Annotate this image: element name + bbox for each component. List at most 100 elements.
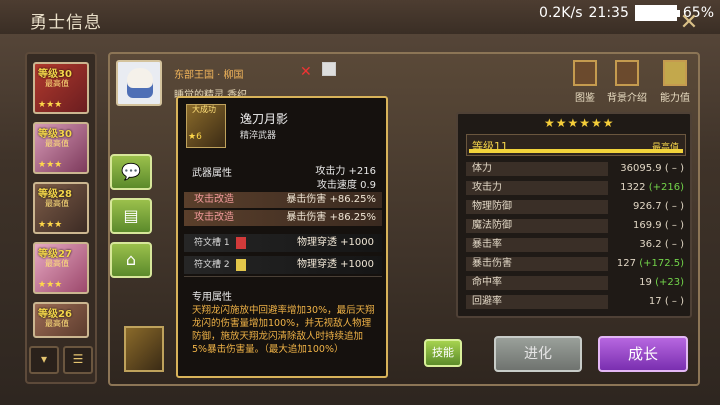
- star-icon: ★6: [188, 132, 202, 142]
- game-root: { "header": {"title": "勇士信息"}, "status":…: [0, 0, 720, 405]
- stat-bonus: ( – ): [664, 296, 684, 307]
- top-bar: 勇士信息 0.2K/s 21:35 65%: [0, 0, 720, 34]
- hero-tag: 最高值: [45, 199, 69, 208]
- stat-bonus: (+23): [655, 277, 684, 288]
- clock: 21:35: [588, 5, 629, 21]
- book-icon[interactable]: [322, 62, 336, 76]
- rune-slot-label: 符文槽 2: [194, 260, 230, 270]
- exclusive-description: 天翔龙闪施放中回避率增加30%，最后天翔龙闪的伤害量增加100%，并无视敌人物理…: [192, 305, 375, 355]
- hero-card[interactable]: 等级30 最高值 ★★★: [33, 122, 89, 174]
- hero-tag: 最高值: [45, 139, 69, 148]
- stat-name: 暴击率: [466, 238, 608, 252]
- stat-bonus: (+172.5): [639, 258, 684, 269]
- hero-region: 东部王国 · 柳国: [174, 70, 244, 81]
- grow-button[interactable]: 成长: [598, 336, 688, 372]
- cards-icon: ▤: [123, 206, 139, 225]
- stat-value: 36.2 ( – ): [608, 238, 688, 252]
- hero-tag: 最高值: [45, 79, 69, 88]
- rune-slot-row: 符文槽 2 物理穿透 +1000: [184, 256, 382, 274]
- rune-icon: [236, 259, 246, 271]
- mod-label: 攻击改造: [194, 212, 234, 223]
- level-bar: 等级11 最高值: [466, 134, 686, 156]
- hero-tag: 最高值: [45, 319, 69, 328]
- ability-button[interactable]: 能力值: [650, 60, 700, 104]
- hero-avatar: [116, 60, 162, 106]
- stat-number: 36.2: [639, 239, 662, 250]
- stat-bonus: ( – ): [664, 239, 684, 250]
- exclusive-header: 专用属性: [192, 292, 232, 303]
- gallery-label: 图鉴: [575, 93, 595, 104]
- stat-number: 19: [639, 277, 652, 288]
- rune-value: 物理穿透 +1000: [296, 237, 374, 248]
- weapon-attr-header: 武器属性: [192, 168, 232, 179]
- stat-name: 体力: [466, 162, 608, 176]
- stat-name: 物理防御: [466, 200, 608, 214]
- background-label: 背景介绍: [607, 93, 647, 104]
- background-button[interactable]: 背景介绍: [602, 60, 652, 104]
- weapon-name: 逸刀月影: [240, 112, 289, 126]
- weapon-mod-row: 攻击改造 暴击伤害 +86.25%: [184, 192, 382, 208]
- star-icon: ★★★: [38, 100, 63, 110]
- divider: [184, 276, 382, 277]
- list-view-icon[interactable]: ☰: [63, 346, 93, 374]
- sort-dropdown-icon[interactable]: ▾: [29, 346, 59, 374]
- stat-bonus: (+216): [648, 182, 684, 193]
- stat-value: 1322 (+216): [608, 181, 688, 195]
- card-icon: [573, 60, 597, 86]
- stat-number: 1322: [620, 182, 646, 193]
- mod-value: 暴击伤害 +86.25%: [286, 212, 376, 223]
- tab-costume[interactable]: ⌂: [110, 242, 152, 278]
- chat-icon: 💬: [121, 162, 141, 181]
- stat-value: 19 (+23): [608, 276, 688, 290]
- stat-bonus: ( – ): [664, 201, 684, 212]
- battery-icon: [634, 5, 680, 21]
- list-controls: ▾ ☰: [29, 346, 93, 374]
- stat-name: 攻击力: [466, 181, 608, 195]
- mod-value: 暴击伤害 +86.25%: [286, 194, 376, 205]
- equipped-weapon-slot[interactable]: [124, 326, 164, 372]
- hero-card[interactable]: 等级28 最高值 ★★★: [33, 182, 89, 234]
- stat-bonus: ( – ): [664, 220, 684, 231]
- weapon-tooltip: 大成功 ★6 逸刀月影 精淬武器 武器属性 攻击力 +216 攻击速度 0.9 …: [176, 96, 388, 378]
- rune-icon: [236, 237, 246, 249]
- stat-name: 魔法防御: [466, 219, 608, 233]
- ability-label: 能力值: [660, 93, 690, 104]
- weapon-mod-row: 攻击改造 暴击伤害 +86.25%: [184, 210, 382, 226]
- stat-number: 36095.9: [620, 163, 662, 174]
- weapon-attack: 攻击力 +216: [315, 166, 376, 177]
- star-rating: ★★★★★★: [544, 116, 615, 130]
- weapon-grade-tag: 大成功: [192, 105, 216, 114]
- star-icon: ★★★: [38, 160, 63, 170]
- page-title: 勇士信息: [30, 13, 102, 33]
- stat-value: 17 ( – ): [608, 295, 688, 309]
- skill-button[interactable]: 技能: [424, 339, 462, 367]
- rune-slot-row: 符文槽 1 物理穿透 +1000: [184, 234, 382, 252]
- stat-value: 36095.9 ( – ): [608, 162, 688, 176]
- network-speed: 0.2K/s: [539, 5, 583, 21]
- mod-label: 攻击改造: [194, 194, 234, 205]
- weapon-subtitle: 精淬武器: [240, 131, 277, 141]
- hero-card[interactable]: 等级30 最高值 ★★★: [33, 62, 89, 114]
- cross-mark-icon: ✕: [300, 64, 312, 80]
- stat-name: 回避率: [466, 295, 608, 309]
- advance-button[interactable]: 进化: [494, 336, 582, 372]
- stat-value: 926.7 ( – ): [608, 200, 688, 214]
- hero-card[interactable]: 等级26 最高值: [33, 302, 89, 338]
- hero-list: 等级30 最高值 ★★★ 等级30 最高值 ★★★ 等级28 最高值 ★★★ 等…: [25, 52, 97, 384]
- rune-slot-label: 符文槽 1: [194, 238, 230, 248]
- close-icon[interactable]: ✕: [678, 12, 700, 34]
- stat-number: 169.9: [633, 220, 662, 231]
- stats-icon: [663, 60, 687, 86]
- weapon-speed: 攻击速度 0.9: [316, 180, 376, 191]
- stat-name: 命中率: [466, 276, 608, 290]
- stat-number: 127: [616, 258, 636, 269]
- hero-card[interactable]: 等级27 最高值 ★★★: [33, 242, 89, 294]
- rune-value: 物理穿透 +1000: [296, 259, 374, 270]
- stat-value: 169.9 ( – ): [608, 219, 688, 233]
- hero-tag: 最高值: [45, 259, 69, 268]
- tab-chat[interactable]: 💬: [110, 154, 152, 190]
- tab-equipment[interactable]: ▤: [110, 198, 152, 234]
- scroll-icon: [615, 60, 639, 86]
- stat-number: 17: [648, 296, 662, 307]
- star-icon: ★★★: [38, 280, 63, 290]
